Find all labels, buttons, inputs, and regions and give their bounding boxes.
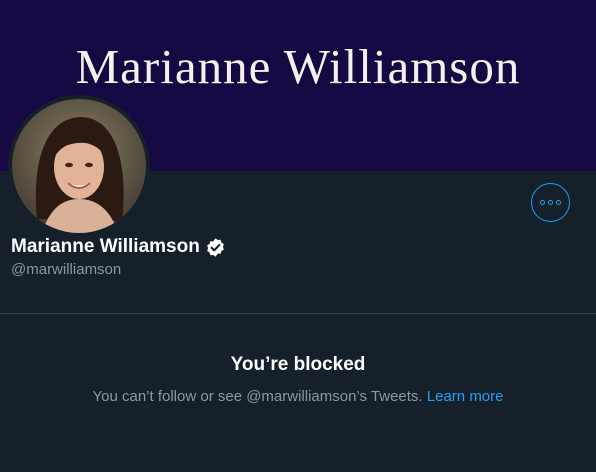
more-options-button[interactable] <box>531 183 570 222</box>
avatar-photo <box>12 99 146 233</box>
blocked-title: You’re blocked <box>230 354 366 375</box>
learn-more-link[interactable]: Learn more <box>427 388 504 405</box>
blocked-message: You can’t follow or see @marwilliamson’s… <box>92 388 423 405</box>
more-options-icon <box>556 200 561 205</box>
divider <box>0 313 596 314</box>
blocked-message-row: You can’t follow or see @marwilliamson’s… <box>0 388 596 405</box>
display-name: Marianne Williamson <box>11 236 200 257</box>
profile-name-row: Marianne Williamson <box>11 236 226 258</box>
profile-handle: @marwilliamson <box>11 261 122 278</box>
more-options-icon <box>548 200 553 205</box>
verified-badge-icon <box>207 237 224 257</box>
avatar[interactable] <box>8 95 150 237</box>
more-options-icon <box>540 200 545 205</box>
banner-title: Marianne Williamson <box>75 39 521 94</box>
